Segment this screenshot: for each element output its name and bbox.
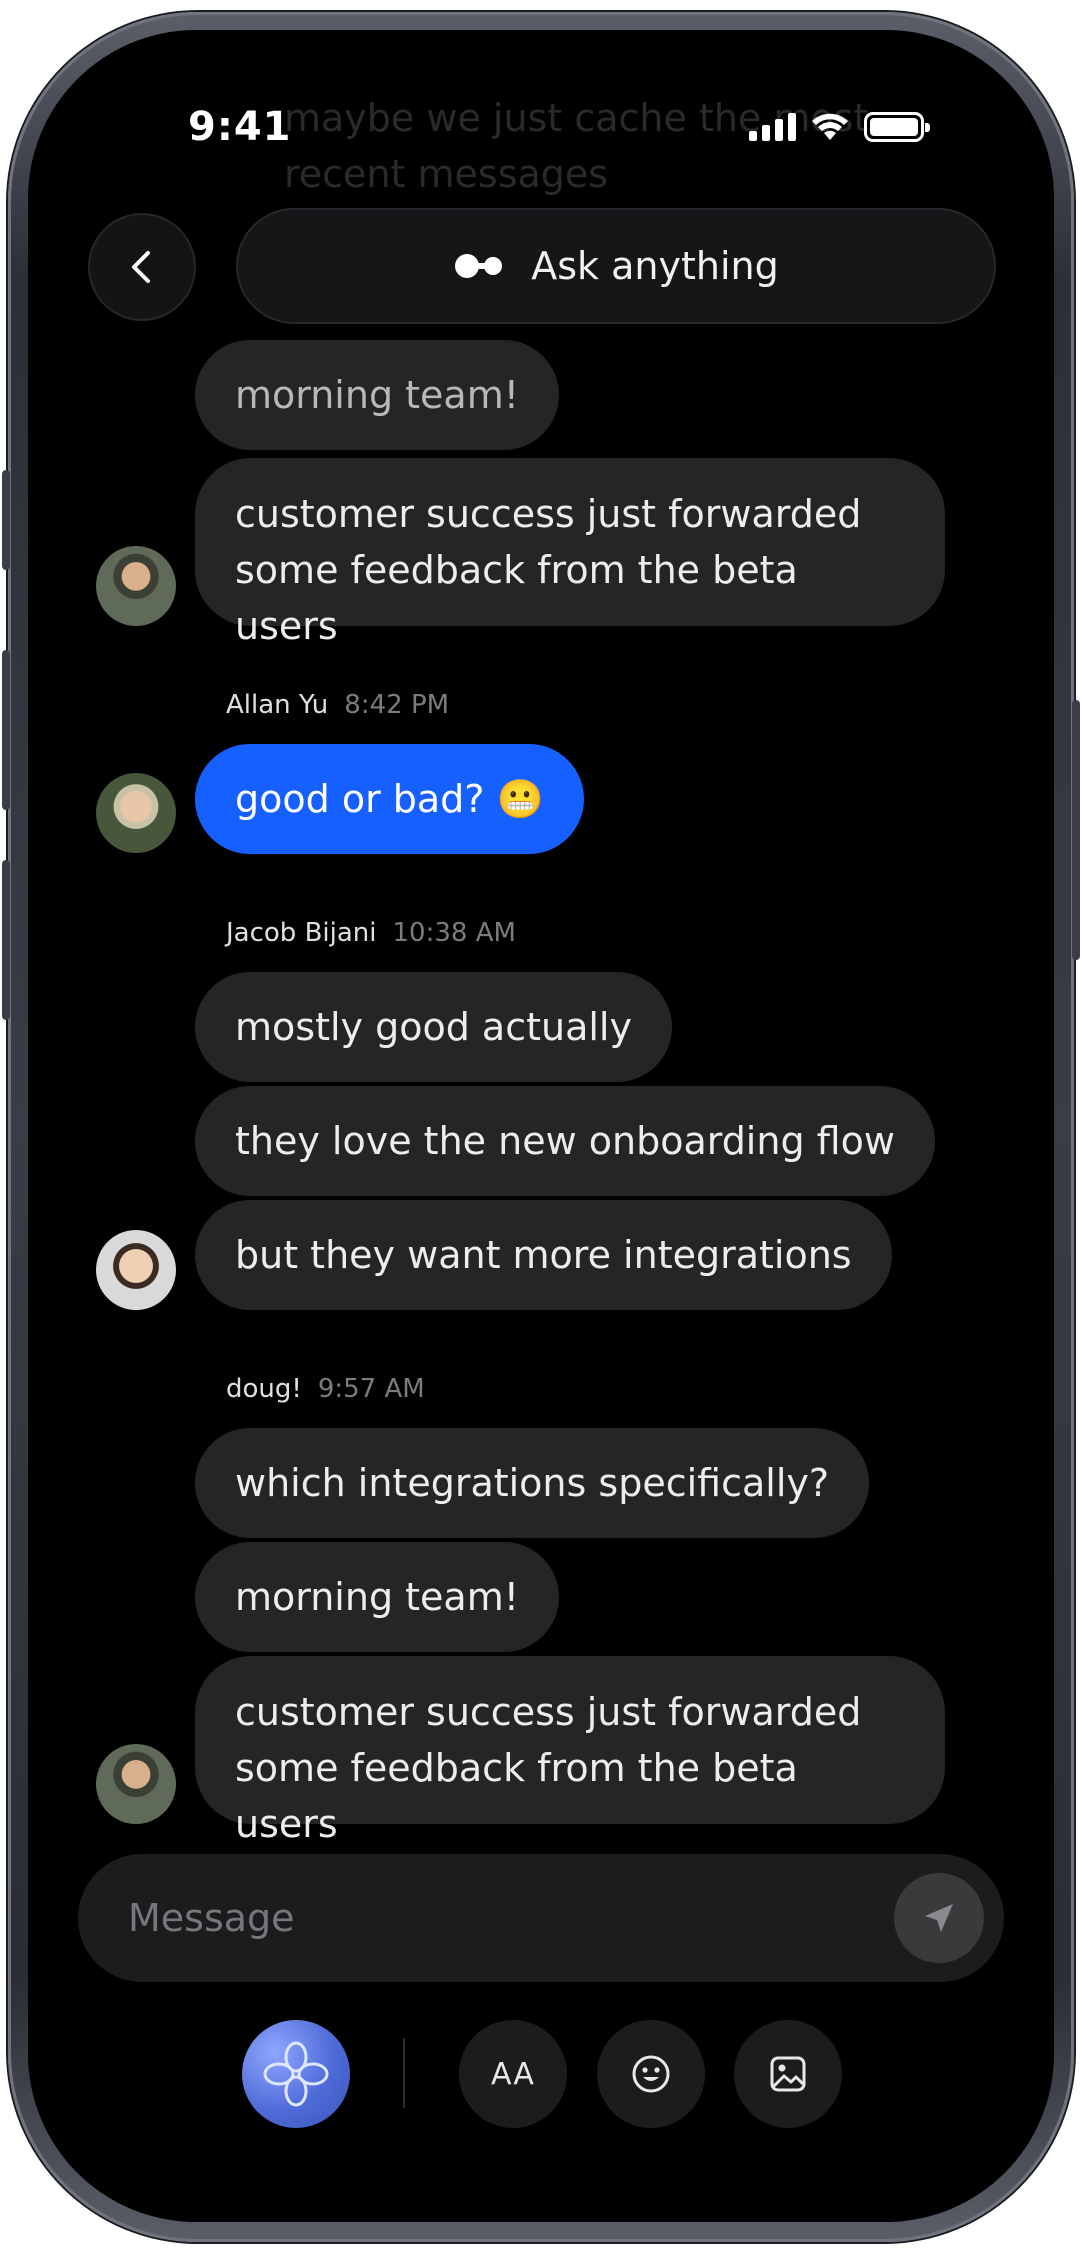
message-bubble[interactable]: morning team! <box>195 1542 559 1652</box>
avatar[interactable] <box>96 1744 176 1824</box>
text-format-icon: AA <box>491 2056 535 2092</box>
status-icons <box>749 112 930 142</box>
message-input[interactable] <box>128 1854 828 1982</box>
back-button[interactable] <box>88 213 196 321</box>
text-format-button[interactable]: AA <box>459 2020 567 2128</box>
image-button[interactable] <box>734 2020 842 2128</box>
chevron-left-icon <box>132 251 150 283</box>
toolbar-divider <box>403 2038 405 2108</box>
message-meta: Jacob Bijani 10:38 AM <box>226 918 516 948</box>
power-button <box>1072 700 1080 960</box>
flower-icon <box>263 2041 329 2107</box>
volume-up-button <box>2 650 10 810</box>
avatar[interactable] <box>96 546 176 626</box>
mute-switch <box>2 470 10 570</box>
volume-down-button <box>2 860 10 1020</box>
ask-anything-button[interactable]: Ask anything <box>236 208 996 324</box>
send-icon <box>925 1904 953 1932</box>
message-bubble[interactable]: which integrations specifically? <box>195 1428 870 1538</box>
smiley-icon <box>632 2055 670 2093</box>
message-bubble[interactable]: morning team! <box>195 340 559 450</box>
battery-icon <box>864 112 930 142</box>
message-time: 10:38 AM <box>392 918 516 948</box>
message-time: 9:57 AM <box>317 1374 425 1404</box>
message-bubble[interactable]: but they want more integrations <box>195 1200 892 1310</box>
message-meta: Allan Yu 8:42 PM <box>226 690 449 720</box>
message-bubble[interactable]: customer success just forwarded some fee… <box>195 1656 945 1846</box>
message-composer <box>78 1854 1004 1982</box>
chat-screen: maybe we just cache the most recent mess… <box>48 48 1034 2204</box>
cellular-signal-icon <box>749 113 796 141</box>
avatar[interactable] <box>96 1230 176 1310</box>
message-bubble[interactable]: they love the new onboarding flow <box>195 1086 935 1196</box>
author-name: Jacob Bijani <box>226 918 377 948</box>
status-time: 9:41 <box>188 104 292 150</box>
scrolled-message-ghost: maybe we just cache the most recent mess… <box>284 96 869 196</box>
ai-assistant-icon <box>455 254 503 278</box>
ai-assistant-button[interactable] <box>242 2020 350 2128</box>
ask-anything-label: Ask anything <box>531 244 779 288</box>
message-bubble[interactable]: mostly good actually <box>195 972 672 1082</box>
image-icon <box>770 2056 806 2092</box>
author-name: Allan Yu <box>226 690 329 720</box>
avatar[interactable] <box>96 773 176 853</box>
message-meta: doug! 9:57 AM <box>226 1374 425 1404</box>
wifi-icon <box>812 113 848 140</box>
message-bubble[interactable]: good or bad? 😬 <box>195 744 584 854</box>
send-button[interactable] <box>894 1873 984 1963</box>
emoji-button[interactable] <box>597 2020 705 2128</box>
message-bubble[interactable]: customer success just forwarded some fee… <box>195 458 945 648</box>
message-time: 8:42 PM <box>344 690 450 720</box>
author-name: doug! <box>226 1374 302 1404</box>
